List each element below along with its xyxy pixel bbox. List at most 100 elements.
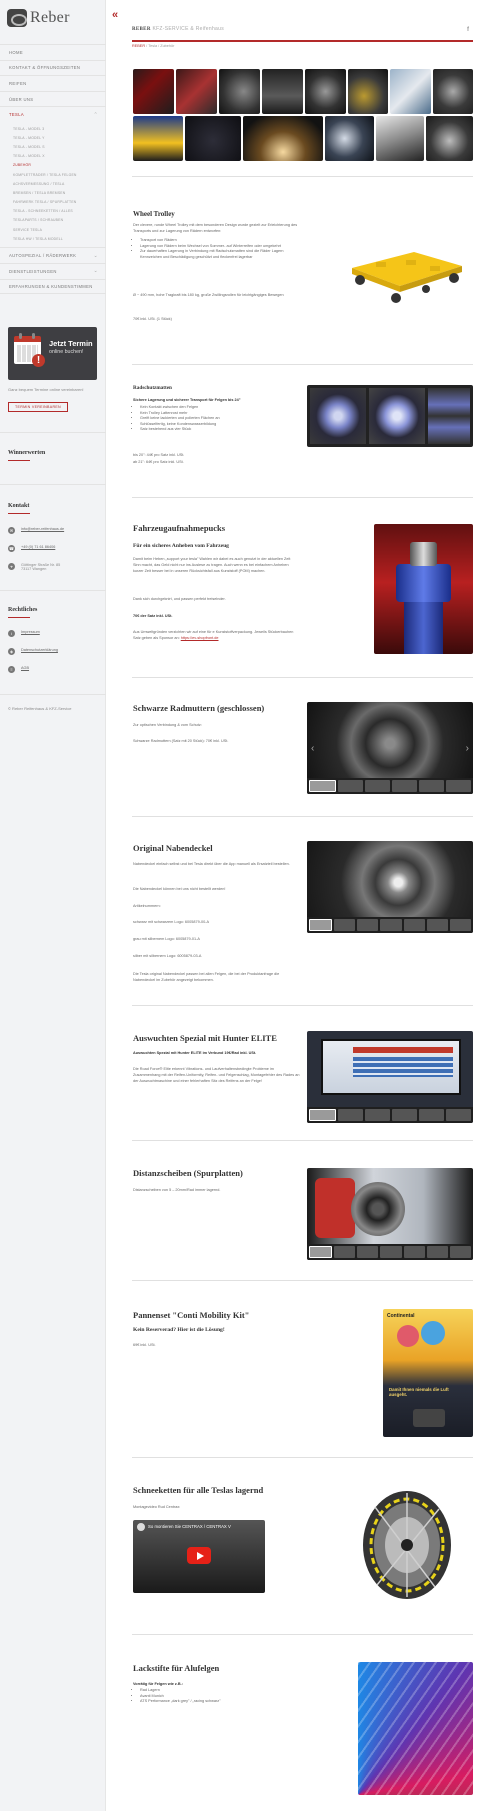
subnav-parts[interactable]: TESLAPARTS / SCHRAUBEN xyxy=(0,216,106,225)
thumbnail[interactable] xyxy=(338,780,363,792)
nav-home[interactable]: HOME xyxy=(0,44,106,60)
gallery-image[interactable] xyxy=(133,116,183,161)
thumbnail[interactable] xyxy=(403,1246,425,1258)
subnav-brakes[interactable]: BREMSEN / TESLA BREMSEN xyxy=(0,188,106,197)
chevron-right-icon[interactable]: › xyxy=(466,743,469,754)
subnav-alignment[interactable]: ACHSVERMESSUNG / TESLA xyxy=(0,179,106,188)
thumbnail[interactable] xyxy=(309,1109,336,1121)
imprint-link[interactable]: Impressum xyxy=(21,630,40,634)
thumbnail[interactable] xyxy=(403,919,425,931)
thumbnail[interactable] xyxy=(392,780,417,792)
paint-image[interactable] xyxy=(358,1662,473,1795)
subnav-wheels[interactable]: KOMPLETTRÄDER / TESLA FELGEN xyxy=(0,170,106,179)
pucks-image[interactable] xyxy=(374,524,473,654)
gallery-image[interactable] xyxy=(348,69,388,114)
thumbnail[interactable] xyxy=(309,919,333,931)
thumbnail[interactable] xyxy=(357,919,379,931)
chains-image[interactable] xyxy=(355,1487,455,1603)
thumbnail[interactable] xyxy=(392,1109,417,1121)
thumbnail[interactable] xyxy=(357,1246,379,1258)
gallery-image[interactable] xyxy=(243,116,323,161)
pucks-text-3: Aus Umweltgründen verzichten wir auf ein… xyxy=(133,629,299,641)
thumbnail[interactable] xyxy=(449,919,471,931)
facebook-icon[interactable]: f xyxy=(467,27,469,33)
bullet-item: Satz bestehend aus vier Stück xyxy=(140,427,290,433)
spacers-image[interactable] xyxy=(307,1168,473,1260)
contact-email[interactable]: ✉ info@reber-reifenhaus.de xyxy=(8,527,64,534)
phone-link[interactable]: +49 (0) 71 61 86406 xyxy=(21,545,55,549)
thumbnail[interactable] xyxy=(449,1246,471,1258)
thumbnail[interactable] xyxy=(426,919,448,931)
subnav-service[interactable]: SERVICE TESLA xyxy=(0,225,106,234)
subnav-model-s[interactable]: TESLA - MODEL S xyxy=(0,142,106,151)
chevron-left-icon[interactable]: ‹ xyxy=(311,743,314,754)
thumbnail[interactable] xyxy=(446,1109,471,1121)
nav-tires[interactable]: REIFEN xyxy=(0,75,106,91)
thumbnail[interactable] xyxy=(334,919,356,931)
subnav-accessories[interactable]: ZUBEHÖR xyxy=(0,161,106,170)
thumbnail[interactable] xyxy=(380,1246,402,1258)
subnav-hw[interactable]: TESLA HW / TESLA MODELL xyxy=(0,234,106,243)
mats-image[interactable] xyxy=(307,385,473,447)
breadcrumb-home[interactable]: REBER xyxy=(132,44,145,48)
privacy-link[interactable]: Datenschutzerklärung xyxy=(21,648,58,652)
caps-image[interactable] xyxy=(307,841,473,933)
chevron-down-icon[interactable]: ⌄ xyxy=(93,253,98,259)
booking-banner[interactable]: ! Jetzt Termin online buchen! xyxy=(8,327,97,380)
nav-about[interactable]: ÜBER UNS xyxy=(0,90,106,107)
thumbnail[interactable] xyxy=(380,919,402,931)
legal-imprint[interactable]: i Impressum xyxy=(8,630,40,637)
chevron-up-icon[interactable]: ⌃ xyxy=(93,112,98,118)
gallery-image[interactable] xyxy=(390,69,431,114)
nuts-image[interactable]: ‹ › xyxy=(307,702,473,794)
thumbnail[interactable] xyxy=(365,1109,390,1121)
thumbnail[interactable] xyxy=(419,780,444,792)
trolley-image[interactable] xyxy=(346,246,466,306)
thumbnail[interactable] xyxy=(446,780,471,792)
subnav-suspension[interactable]: FAHRWERK TESLA / SPURPLATTEN xyxy=(0,197,106,206)
collapse-sidebar-icon[interactable]: « xyxy=(112,9,118,21)
nav-reviews[interactable]: ERFAHRUNGEN & KUNDENSTIMMEN xyxy=(0,278,106,295)
thumbnail[interactable] xyxy=(426,1246,448,1258)
email-link[interactable]: info@reber-reifenhaus.de xyxy=(21,527,64,531)
gallery-image[interactable] xyxy=(376,116,424,161)
book-appointment-button[interactable]: TERMIN VEREINBAREN xyxy=(8,402,68,412)
balance-image[interactable] xyxy=(307,1031,473,1123)
contact-phone[interactable]: ☎ +49 (0) 71 61 86406 xyxy=(8,545,55,552)
thumbnail[interactable] xyxy=(365,780,390,792)
gallery-image[interactable] xyxy=(262,69,303,114)
chevron-down-icon[interactable]: ⌄ xyxy=(93,268,98,274)
nav-tesla[interactable]: TESLA ⌃ xyxy=(0,106,106,122)
nav-services[interactable]: DIENSTLEISTUNGEN ⌄ xyxy=(0,263,106,279)
legal-privacy[interactable]: ◈ Datenschutzerklärung xyxy=(8,648,58,655)
subnav-model-3[interactable]: TESLA - MODEL 3 xyxy=(0,124,106,133)
kit-image[interactable]: Continental Damit Ihnen niemals die Luft… xyxy=(383,1309,473,1437)
breadcrumb-tesla[interactable]: Tesla xyxy=(148,44,157,48)
subnav-model-y[interactable]: TESLA - MODEL Y xyxy=(0,133,106,142)
thumbnail[interactable] xyxy=(419,1109,444,1121)
gallery-image[interactable] xyxy=(433,69,473,114)
legal-terms[interactable]: ≡ AGB xyxy=(8,666,29,673)
thumbnail[interactable] xyxy=(309,1246,333,1258)
gallery-image[interactable] xyxy=(185,116,241,161)
chains-video[interactable]: So montieren Sie CENTRAX / CENTRAX V xyxy=(133,1520,265,1593)
logo[interactable]: Reber xyxy=(7,9,70,27)
subnav-snow-chains[interactable]: TESLA - SCHNEEKETTEN / ALLES xyxy=(0,207,106,216)
gallery-image[interactable] xyxy=(219,69,260,114)
thumbnail[interactable] xyxy=(338,1109,363,1121)
thumbnail[interactable] xyxy=(309,780,336,792)
kit-price: 69€ inkl. USt. xyxy=(133,1343,156,1347)
subnav-model-x[interactable]: TESLA - MODEL X xyxy=(0,152,106,161)
nav-contact[interactable]: KONTAKT & ÖFFNUNGSZEITEN xyxy=(0,59,106,76)
shop-link[interactable]: https://ev-shopfront.de xyxy=(181,636,219,640)
gallery-image[interactable] xyxy=(305,69,346,114)
gallery-image[interactable] xyxy=(176,69,217,114)
gallery-image[interactable] xyxy=(133,69,174,114)
trolley-price: 70€ inkl. USt. (1 Stück) xyxy=(133,317,172,321)
nav-autospezial[interactable]: AUTOSPEZIAL / RÄDERWERK ⌄ xyxy=(0,247,106,263)
gallery-image[interactable] xyxy=(325,116,374,161)
terms-link[interactable]: AGB xyxy=(21,666,29,670)
thumbnail[interactable] xyxy=(334,1246,356,1258)
play-icon[interactable] xyxy=(187,1547,211,1564)
gallery-image[interactable] xyxy=(426,116,473,161)
